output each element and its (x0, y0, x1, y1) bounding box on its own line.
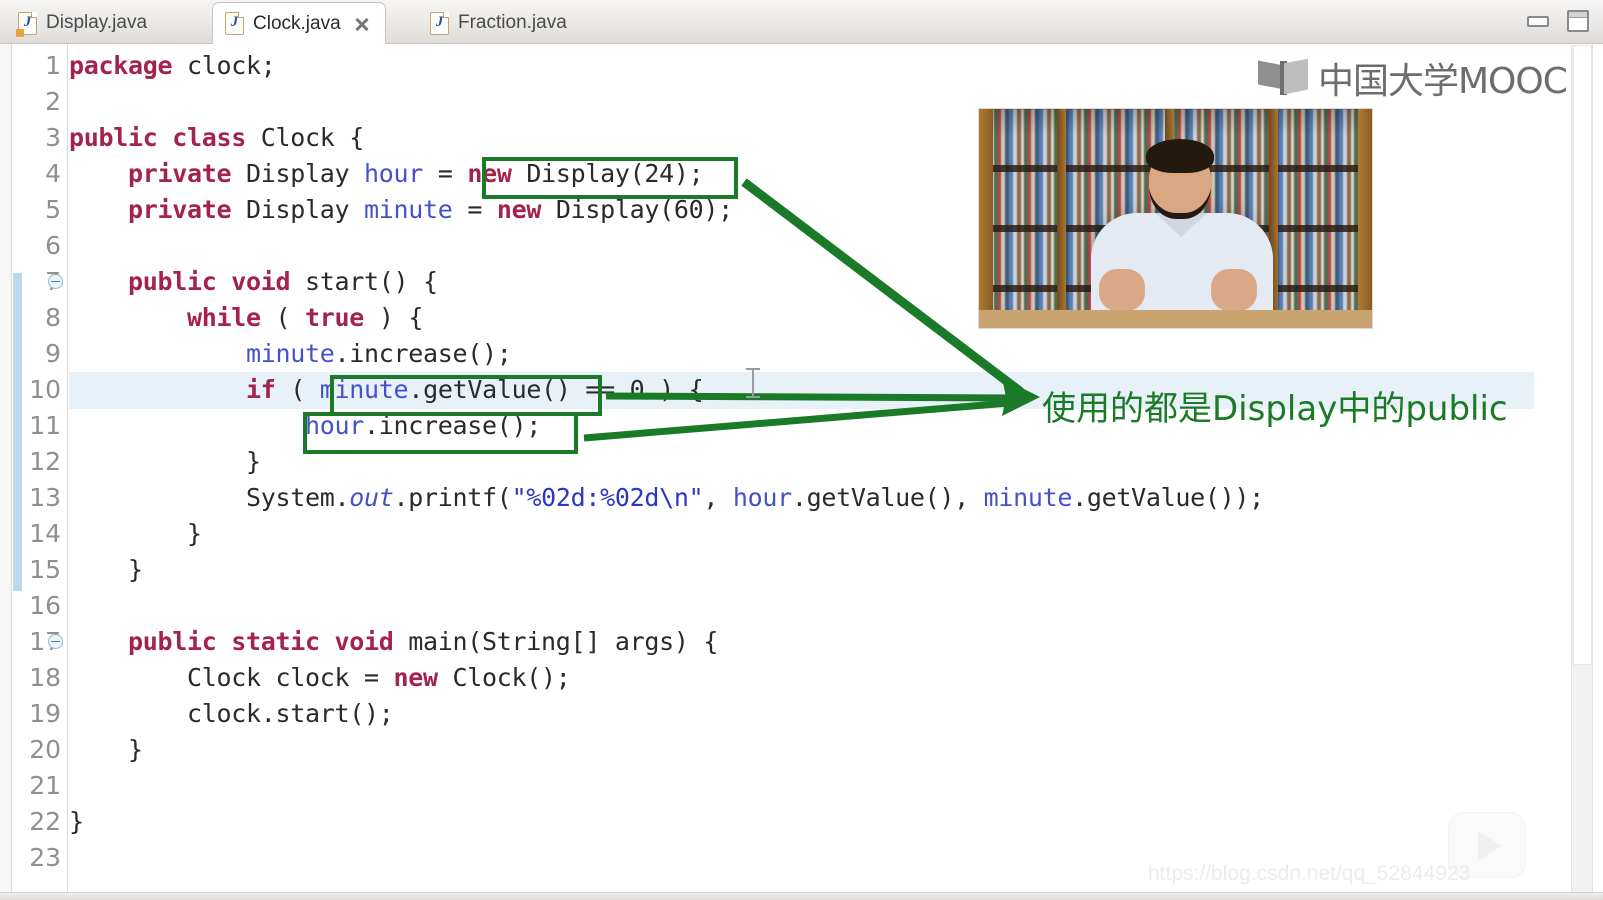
close-icon[interactable] (353, 15, 371, 33)
java-file-icon (225, 12, 244, 35)
line-number: 16 (29, 591, 61, 620)
eclipse-editor-window: Display.java Clock.java Fraction.java 1 (0, 0, 1603, 900)
line-number: 8 (45, 303, 61, 332)
tab-label: Display.java (46, 12, 148, 33)
fold-marker-line-7[interactable] (48, 274, 63, 289)
line-number: 14 (29, 519, 61, 548)
method-block-indicator (13, 273, 22, 591)
java-file-icon (430, 11, 449, 35)
code-line-4: private Display hour = new Display(24); (128, 159, 704, 188)
minimize-icon[interactable] (1527, 15, 1549, 27)
code-line-12: } (69, 447, 261, 476)
code-line-1: package clock; (69, 51, 276, 80)
code-line-15: } (69, 555, 143, 584)
line-number: 10 (29, 375, 61, 404)
tab-display-java[interactable]: Display.java (6, 2, 161, 44)
line-number: 23 (29, 843, 61, 872)
code-line-14: } (69, 519, 202, 548)
line-number: 15 (29, 555, 61, 584)
code-line-17: public static void main(String[] args) { (128, 627, 719, 656)
mooc-logo: 中国大学MOOC (1258, 52, 1568, 104)
window-controls (1527, 10, 1589, 32)
line-number: 18 (29, 663, 61, 692)
editor-tab-bar: Display.java Clock.java Fraction.java (0, 0, 1603, 44)
java-file-icon (16, 11, 37, 37)
annotation-gutter[interactable] (0, 44, 12, 900)
code-line-7: public void start() { (128, 267, 438, 296)
line-number: 4 (45, 159, 61, 188)
code-line-9: minute.increase(); (246, 339, 512, 368)
scrollbar-thumb[interactable] (1573, 45, 1592, 665)
code-line-20: } (69, 735, 143, 764)
window-bottom-edge (0, 892, 1603, 900)
line-number: 3 (45, 123, 61, 152)
line-number: 1 (45, 51, 61, 80)
code-line-19: clock.start(); (69, 699, 394, 728)
line-number: 6 (45, 231, 61, 260)
code-line-13: System.out.printf("%02d:%02d\n", hour.ge… (69, 483, 1264, 512)
vertical-scrollbar[interactable] (1571, 45, 1593, 893)
code-line-5: private Display minute = new Display(60)… (128, 195, 733, 224)
code-line-8: while ( true ) { (187, 303, 424, 332)
code-line-11: hour.increase(); (305, 411, 542, 440)
tab-clock-java[interactable]: Clock.java (212, 2, 386, 44)
fold-marker-line-17[interactable] (48, 634, 63, 649)
code-line-18: Clock clock = new Clock(); (69, 663, 571, 692)
instructor-video-overlay[interactable] (978, 108, 1373, 329)
book-icon (1258, 58, 1310, 95)
mooc-logo-text: 中国大学MOOC (1318, 61, 1568, 102)
line-number: 19 (29, 699, 61, 728)
tab-fraction-java[interactable]: Fraction.java (418, 2, 581, 44)
watermark-url: https://blog.csdn.net/qq_52844923 (1148, 862, 1471, 885)
line-number: 13 (29, 483, 61, 512)
line-number: 9 (45, 339, 61, 368)
line-number: 20 (29, 735, 61, 764)
code-line-22: } (69, 807, 84, 836)
line-number: 2 (45, 87, 61, 116)
line-number: 11 (29, 411, 61, 440)
code-line-3: public class Clock { (69, 123, 365, 152)
annotation-text: 使用的都是Display中的public (1042, 389, 1508, 429)
line-number: 12 (29, 447, 61, 476)
text-cursor-icon (746, 366, 760, 400)
line-number: 22 (29, 807, 61, 836)
line-number: 5 (45, 195, 61, 224)
tab-label: Clock.java (253, 12, 341, 34)
tab-label: Fraction.java (458, 12, 567, 33)
line-number: 21 (29, 771, 61, 800)
maximize-icon[interactable] (1567, 10, 1589, 32)
code-line-10: if ( minute.getValue() == 0 ) { (246, 375, 704, 404)
line-number-gutter: 1 2 3 4 5 6 7 8 9 10 11 12 13 14 15 16 1… (22, 44, 68, 900)
